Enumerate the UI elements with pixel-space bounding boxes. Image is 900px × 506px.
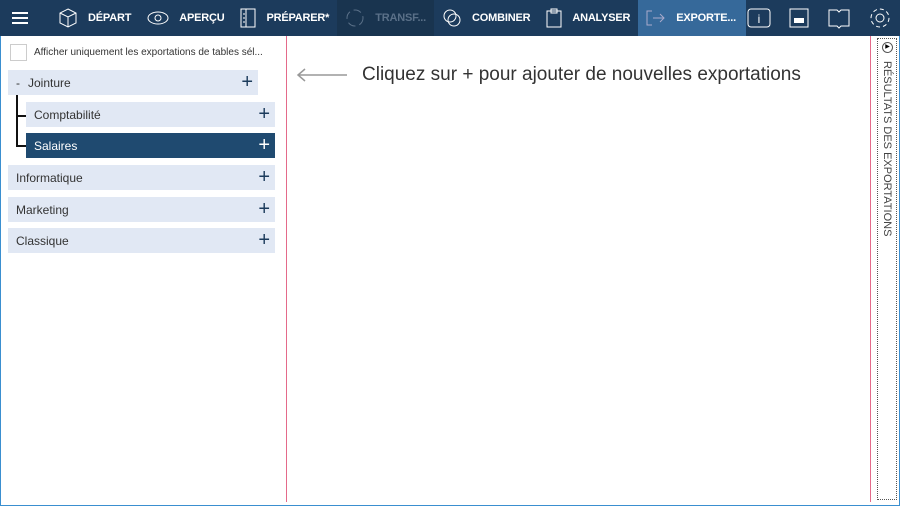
tab-combiner[interactable]: COMBINER: [434, 0, 538, 36]
node-label: Jointure: [28, 75, 71, 90]
menu-button[interactable]: [0, 0, 50, 36]
tree-connector: [16, 95, 26, 147]
tree-node-jointure[interactable]: - Jointure +: [8, 70, 258, 95]
tab-exporter[interactable]: EXPORTE...: [638, 0, 746, 36]
side-panel-label: RÉSULTATS DES EXPORTATIONS: [881, 61, 893, 237]
collapse-toggle[interactable]: -: [16, 76, 20, 90]
add-export-button[interactable]: +: [241, 71, 253, 93]
node-label: Classique: [16, 233, 69, 248]
empty-hint: Cliquez sur + pour ajouter de nouvelles …: [296, 64, 801, 86]
tree-connector: [16, 115, 26, 117]
cube-icon: [59, 8, 77, 28]
tree-node-marketing[interactable]: Marketing +: [8, 197, 275, 222]
tab-transform[interactable]: TRANSF...: [337, 0, 435, 36]
filter-checkbox[interactable]: [10, 44, 27, 61]
tab-label: COMBINER: [472, 12, 531, 24]
tree-node-classique[interactable]: Classique +: [8, 228, 275, 253]
add-export-button[interactable]: +: [258, 198, 270, 220]
add-export-button[interactable]: +: [258, 103, 270, 125]
eye-icon: [147, 11, 169, 25]
tab-label: DÉPART: [88, 12, 132, 24]
tab-analyser[interactable]: ANALYSER: [538, 0, 638, 36]
hamburger-icon: [12, 12, 28, 24]
info-button[interactable]: i: [747, 8, 771, 28]
tab-label: APERÇU: [179, 12, 225, 24]
combine-icon: [443, 9, 461, 27]
add-export-button[interactable]: +: [258, 229, 270, 251]
settings-button[interactable]: [869, 7, 891, 29]
node-label: Salaires: [34, 138, 78, 153]
add-export-button[interactable]: +: [258, 166, 270, 188]
clipboard-icon: [546, 8, 562, 28]
expand-icon[interactable]: ▶: [882, 42, 893, 53]
transform-icon: [346, 9, 364, 27]
window-icon: [789, 8, 809, 28]
tab-label: TRANSF...: [375, 12, 427, 24]
export-icon: [646, 10, 665, 26]
filter-checkbox-label: Afficher uniquement les exportations de …: [34, 47, 263, 58]
node-label: Informatique: [16, 170, 83, 185]
gear-icon: [870, 8, 890, 28]
tab-depart[interactable]: DÉPART: [50, 0, 139, 36]
exports-panel: Afficher uniquement les exportations de …: [0, 36, 287, 502]
tree-node-comptabilite[interactable]: Comptabilité +: [26, 102, 275, 127]
window-button[interactable]: [789, 8, 809, 28]
tab-preparer[interactable]: PRÉPARER*: [232, 0, 337, 36]
arrow-left-icon: [296, 68, 347, 82]
tab-label: PRÉPARER*: [266, 12, 330, 24]
tab-label: ANALYSER: [572, 12, 631, 24]
add-export-button[interactable]: +: [258, 134, 270, 156]
tab-label: EXPORTE...: [676, 12, 736, 24]
tab-apercu[interactable]: APERÇU: [139, 0, 232, 36]
info-icon: i: [747, 8, 771, 28]
top-nav: DÉPART APERÇU PRÉPARER* TRANSF... COMBIN…: [0, 0, 900, 36]
help-button[interactable]: [827, 7, 851, 29]
columns-icon: [240, 8, 256, 28]
book-icon: [828, 9, 850, 29]
divider: [870, 36, 871, 502]
node-label: Comptabilité: [34, 107, 101, 122]
export-results-panel[interactable]: ▶ RÉSULTATS DES EXPORTATIONS: [877, 38, 897, 500]
node-label: Marketing: [16, 202, 69, 217]
hint-text: Cliquez sur + pour ajouter de nouvelles …: [362, 64, 801, 85]
tree-node-salaires[interactable]: Salaires +: [26, 133, 275, 158]
tree-node-informatique[interactable]: Informatique +: [8, 165, 275, 190]
svg-text:i: i: [758, 12, 761, 26]
